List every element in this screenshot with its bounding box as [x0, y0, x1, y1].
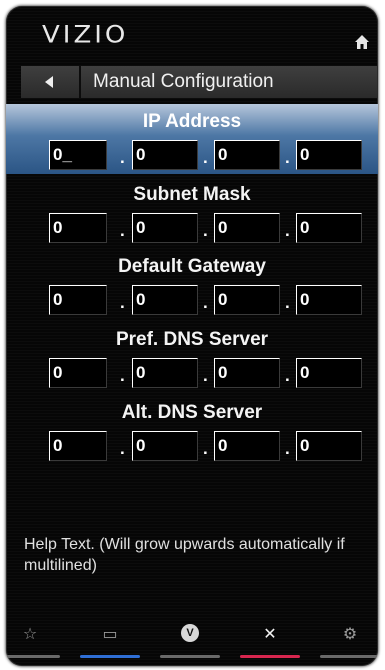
octet-input[interactable]: 0: [296, 140, 362, 170]
octet-separator: .: [285, 366, 290, 385]
octet-separator: .: [285, 221, 290, 240]
octet-separator: .: [203, 439, 208, 458]
octet-input[interactable]: 0: [49, 213, 107, 243]
address-label: Pref. DNS Server: [115, 329, 269, 350]
octet-input[interactable]: 0: [132, 140, 198, 170]
address-label: Alt. DNS Server: [121, 402, 263, 423]
octet-input[interactable]: 0: [214, 213, 280, 243]
address-label: IP Address: [142, 111, 242, 132]
back-button[interactable]: [21, 66, 81, 98]
octet-separator: .: [120, 439, 125, 458]
octet-separator: .: [203, 221, 208, 240]
octet-separator: .: [203, 366, 208, 385]
address-group: Pref. DNS Server 0. 0. 0. 0: [6, 322, 378, 392]
screen-icon: ▭: [102, 626, 118, 643]
octet-separator: .: [120, 221, 125, 240]
button-underline: [6, 655, 60, 658]
home-icon[interactable]: [354, 34, 370, 50]
octet-input[interactable]: 0: [132, 431, 198, 461]
octet-separator: .: [203, 148, 208, 167]
address-group: Alt. DNS Server 0. 0. 0. 0: [6, 395, 378, 465]
address-group: IP Address 0_. 0. 0. 0: [6, 104, 378, 174]
button-underline: [80, 655, 140, 658]
octet-input[interactable]: 0: [296, 285, 362, 315]
octet-input[interactable]: 0: [214, 285, 280, 315]
bottom-nav: ☆ ▭ V ✕ ⚙: [6, 618, 378, 666]
address-label: Subnet Mask: [133, 184, 251, 205]
address-label: Default Gateway: [118, 256, 266, 277]
vizio-logo: VIZIO: [42, 21, 129, 49]
close-button[interactable]: ✕: [240, 622, 300, 662]
octet-input[interactable]: 0: [214, 358, 280, 388]
help-text: Help Text. (Will grow upwards automatica…: [24, 536, 345, 574]
address-group: Subnet Mask 0. 0. 0. 0: [6, 177, 378, 247]
gear-icon: ⚙: [342, 626, 358, 643]
octet-separator: .: [285, 439, 290, 458]
star-icon: ☆: [22, 626, 38, 643]
back-arrow-icon: [45, 76, 53, 88]
octet-input[interactable]: 0: [296, 358, 362, 388]
octet-input[interactable]: 0: [132, 358, 198, 388]
octet-input[interactable]: 0: [214, 140, 280, 170]
gear-button[interactable]: ⚙: [320, 622, 378, 662]
page-title: Manual Configuration: [93, 71, 274, 92]
octet-input[interactable]: 0: [49, 431, 107, 461]
address-group: Default Gateway 0. 0. 0. 0: [6, 249, 378, 319]
octet-separator: .: [285, 148, 290, 167]
octet-separator: .: [120, 293, 125, 312]
octet-separator: .: [203, 293, 208, 312]
octet-input[interactable]: 0: [296, 213, 362, 243]
octet-input[interactable]: 0: [49, 358, 107, 388]
octet-input[interactable]: 0_: [49, 140, 107, 170]
octet-separator: .: [120, 366, 125, 385]
octet-separator: .: [120, 148, 125, 167]
star-button[interactable]: ☆: [6, 622, 60, 662]
button-underline: [160, 655, 220, 658]
octet-input[interactable]: 0: [214, 431, 280, 461]
octet-separator: .: [285, 293, 290, 312]
octet-input[interactable]: 0: [296, 431, 362, 461]
screen-button[interactable]: ▭: [80, 622, 140, 662]
octet-input[interactable]: 0: [132, 213, 198, 243]
settings-panel: VIZIO Manual Configuration IP Address 0_.…: [6, 6, 378, 666]
button-underline: [320, 655, 378, 658]
button-underline: [240, 655, 300, 658]
close-icon: ✕: [263, 626, 277, 643]
octet-input[interactable]: 0: [49, 285, 107, 315]
octet-input[interactable]: 0: [132, 285, 198, 315]
vizio-button[interactable]: V: [160, 622, 220, 662]
header-bar: Manual Configuration: [21, 66, 377, 98]
vizio-icon: V: [181, 624, 199, 642]
